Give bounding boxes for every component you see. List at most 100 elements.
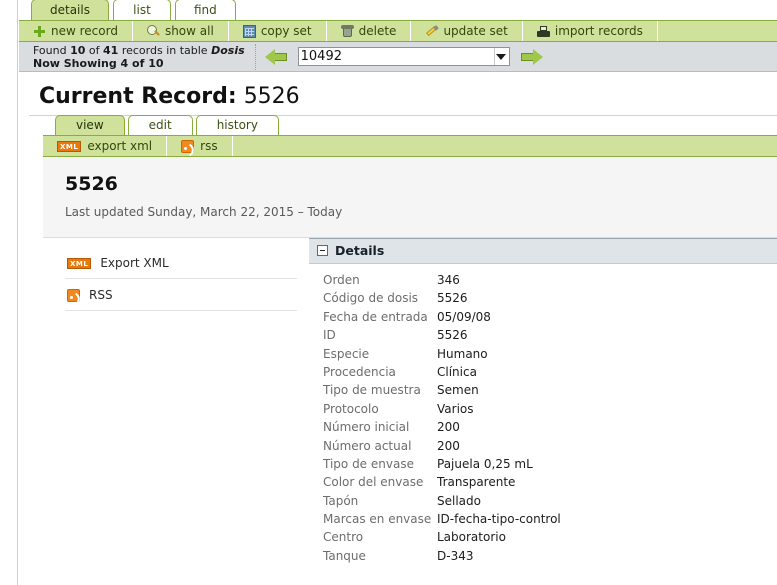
detail-row: Número inicial 200 (323, 418, 777, 436)
new-record-button[interactable]: new record (19, 21, 133, 41)
detail-row: Código de dosis 5526 (323, 289, 777, 307)
detail-value: 346 (437, 273, 460, 287)
page-title-value: 5526 (243, 84, 300, 109)
detail-label: Tipo de muestra (323, 383, 421, 398)
magnifier-icon (146, 24, 160, 38)
record-body: XML Export XML RSS Details Orden 346 Cód… (43, 238, 777, 568)
trash-icon (340, 24, 354, 38)
detail-label: Código de dosis (323, 291, 419, 306)
detail-value: 05/09/08 (437, 309, 491, 324)
detail-label: Marcas en envase (323, 512, 432, 527)
new-record-label: new record (51, 24, 118, 38)
primary-tabs: details list find (31, 0, 236, 20)
sidebar-item-label: RSS (89, 288, 113, 302)
rss-badge-icon (181, 139, 195, 153)
tab-list[interactable]: list (112, 0, 171, 20)
update-set-button[interactable]: update set (411, 21, 523, 41)
detail-value: Transparente (437, 475, 516, 490)
detail-value: D-343 (437, 548, 474, 563)
show-all-button[interactable]: show all (133, 21, 229, 41)
sidebar-item-rss[interactable]: RSS (65, 279, 297, 311)
detail-value: Humano (437, 346, 488, 361)
found-set-bar: Found 10 of 41 records in table Dosis No… (19, 42, 777, 72)
import-records-label: import records (554, 24, 643, 38)
detail-label: Tanque (323, 548, 366, 563)
details-field-list: Orden 346 Código de dosis 5526 Fecha de … (309, 264, 777, 565)
found-count: 10 (70, 43, 86, 57)
next-record-button[interactable] (518, 48, 544, 66)
detail-value: Varios (437, 401, 474, 416)
detail-label: Centro (323, 530, 364, 545)
detail-label: Orden (323, 273, 360, 287)
found-prefix: Found (33, 43, 71, 57)
update-set-label: update set (443, 24, 508, 38)
primary-tabstrip: details list find (19, 0, 777, 20)
record-summary-panel: 5526 Last updated Sunday, March 22, 2015… (43, 157, 777, 238)
rss-button[interactable]: rss (167, 136, 233, 156)
found-mid: of (85, 43, 104, 57)
found-total: 41 (103, 43, 119, 57)
detail-value: Semen (437, 383, 479, 398)
arrow-left-icon (273, 52, 287, 61)
tab-details[interactable]: details (31, 0, 109, 20)
detail-value: 5526 (437, 328, 468, 343)
copy-set-button[interactable]: copy set (229, 21, 327, 41)
tab-edit[interactable]: edit (127, 115, 193, 135)
detail-label: Número inicial (323, 420, 410, 435)
toolbar-filler (658, 21, 777, 41)
detail-row: Número actual 200 (323, 437, 777, 455)
detail-value: Laboratorio (437, 530, 506, 545)
detail-value: ID-fecha-tipo-control (437, 512, 561, 527)
tab-view[interactable]: view (55, 115, 125, 135)
detail-value: Pajuela 0,25 mL (437, 456, 533, 471)
sidebar-item-export-xml[interactable]: XML Export XML (65, 252, 297, 279)
detail-label: Fecha de entrada (323, 309, 428, 324)
page-title: Current Record: 5526 (29, 72, 777, 116)
record-tabstrip: view edit history (43, 115, 777, 135)
detail-label: Procedencia (323, 364, 396, 379)
tab-find[interactable]: find (174, 0, 236, 20)
details-panel: Details Orden 346 Código de dosis 5526 F… (307, 238, 777, 568)
delete-button[interactable]: delete (327, 21, 412, 41)
found-suffix: records in table (118, 43, 212, 57)
detail-row: Procedencia Clínica (323, 363, 777, 381)
plus-icon (33, 25, 46, 38)
details-panel-title: Details (335, 243, 385, 258)
rss-badge-icon (67, 288, 80, 302)
app-window: details list find new record show all co… (0, 0, 777, 585)
details-panel-header[interactable]: Details (309, 238, 777, 264)
record-toolbar: XML export xml rss (43, 135, 777, 157)
rss-label: rss (200, 139, 218, 153)
found-set-status: Found 10 of 41 records in table Dosis No… (25, 43, 256, 70)
record-select-wrapper: 10492 (297, 47, 510, 66)
detail-row: Marcas en envase ID-fecha-tipo-control (323, 510, 777, 528)
detail-value: Clínica (437, 364, 477, 379)
tab-history[interactable]: history (195, 115, 279, 135)
record-tabs: view edit history (55, 115, 279, 135)
xml-badge-icon: XML (57, 140, 82, 152)
detail-row: Orden 346 (323, 271, 777, 289)
detail-row: Tipo de muestra Semen (323, 381, 777, 399)
main-toolbar: new record show all copy set delete upda… (19, 20, 777, 42)
show-all-label: show all (164, 24, 214, 38)
record-select[interactable]: 10492 (297, 47, 510, 66)
previous-record-button[interactable] (264, 48, 290, 66)
detail-row: Color del envase Transparente (323, 473, 777, 491)
delete-label: delete (358, 24, 397, 38)
detail-label: Color del envase (323, 475, 424, 490)
pencil-icon (425, 25, 438, 38)
detail-row: Tapón Sellado (323, 492, 777, 510)
xml-badge-icon: XML (67, 257, 92, 269)
record-last-updated: Last updated Sunday, March 22, 2015 – To… (65, 205, 343, 219)
detail-row: Especie Humano (323, 345, 777, 363)
detail-label: Especie (323, 346, 370, 361)
detail-row: Centro Laboratorio (323, 528, 777, 546)
collapse-minus-icon[interactable] (317, 245, 328, 256)
page-title-label: Current Record: (39, 84, 237, 109)
import-records-button[interactable]: import records (523, 21, 658, 41)
detail-label: Tipo de envase (323, 456, 414, 471)
detail-label: ID (323, 328, 336, 343)
record-sidebar: XML Export XML RSS (43, 238, 307, 568)
export-xml-button[interactable]: XML export xml (43, 136, 168, 156)
arrow-right-head-icon (532, 48, 543, 65)
